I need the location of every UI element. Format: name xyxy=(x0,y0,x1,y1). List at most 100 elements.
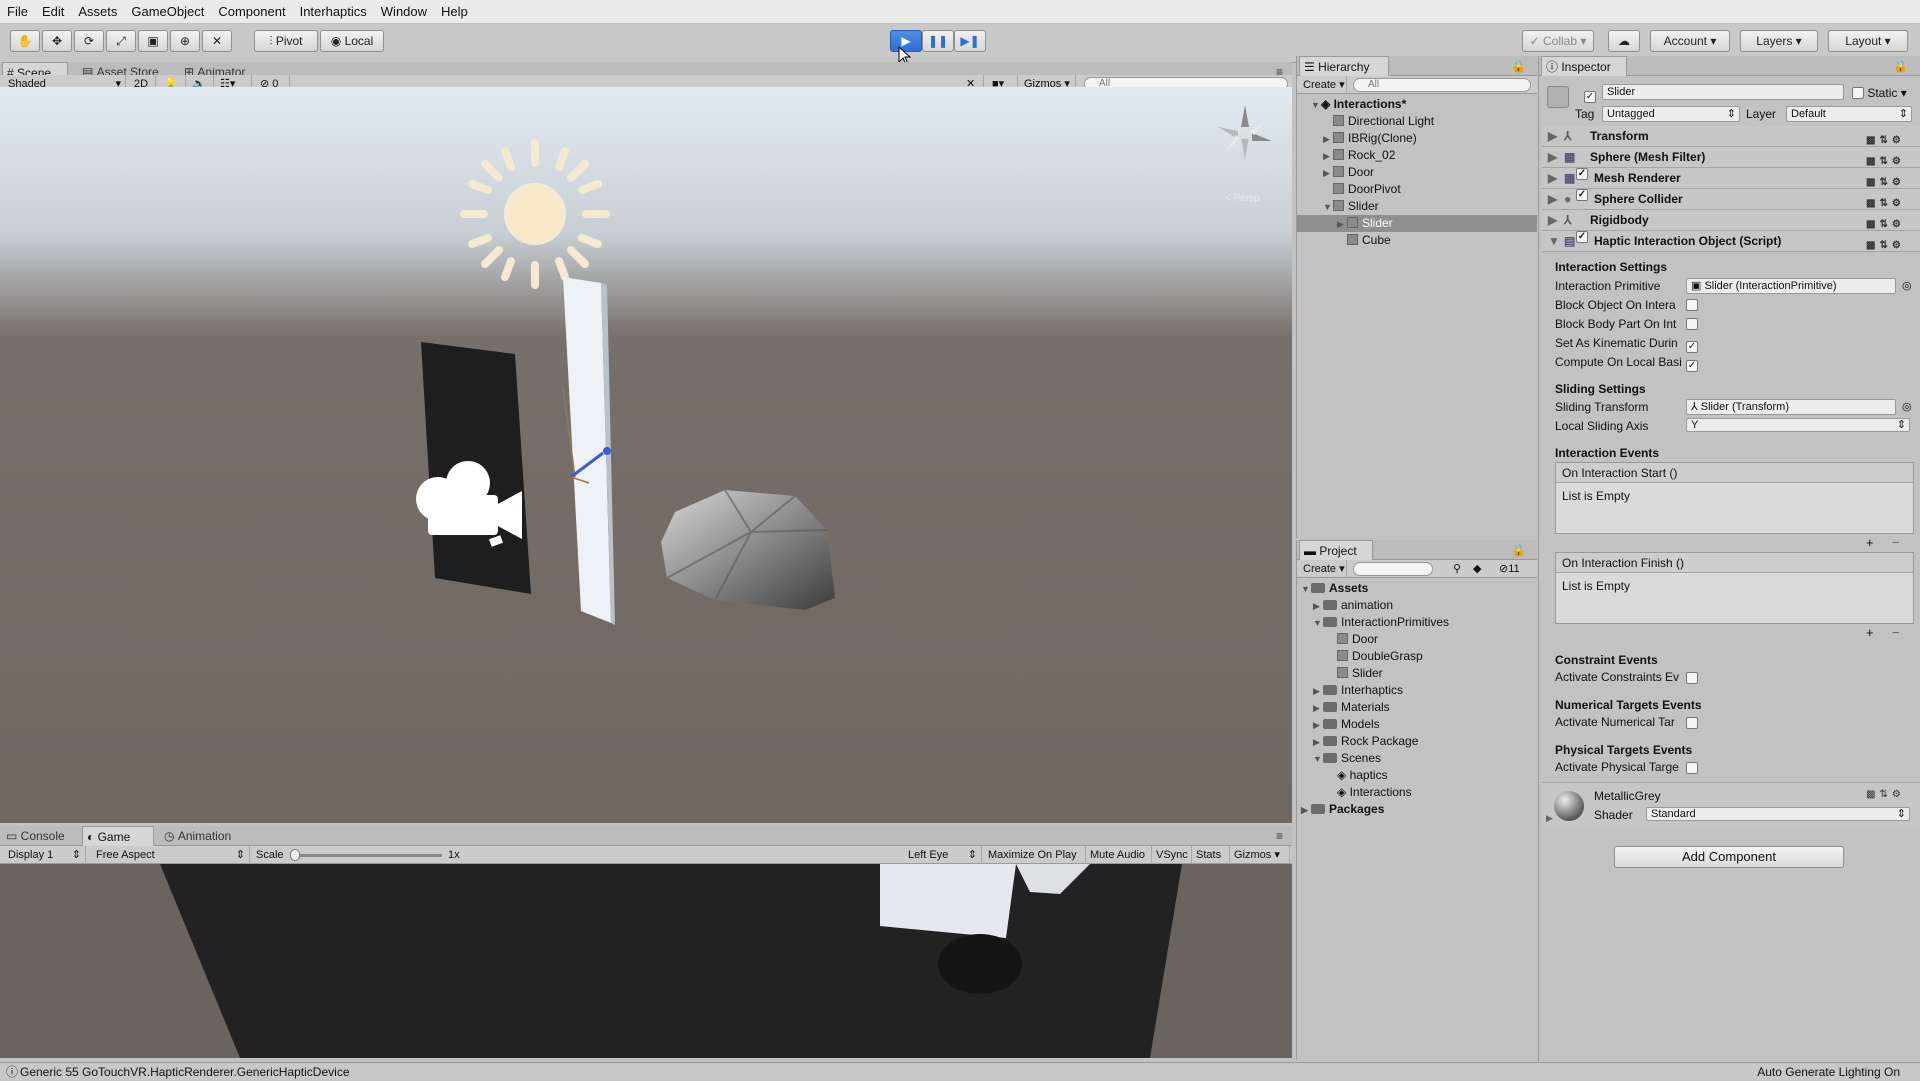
maximize-on-play-toggle[interactable]: Maximize On Play xyxy=(984,846,1086,864)
component-mesh-renderer[interactable]: ▶ ▦ ✓ Mesh Renderer ▩⇅⚙ xyxy=(1542,168,1920,189)
block-body-checkbox[interactable] xyxy=(1686,317,1698,331)
hierarchy-create-dropdown[interactable]: Create ▾ xyxy=(1299,76,1347,94)
layer-dropdown[interactable]: Default ⇕ xyxy=(1786,106,1912,122)
project-item[interactable]: ◈ haptics xyxy=(1337,767,1388,784)
vsync-toggle[interactable]: VSync xyxy=(1152,846,1192,864)
material-section[interactable]: ▶ MetallicGrey Shader Standard ⇕ ▩⇅⚙ xyxy=(1542,782,1920,828)
object-picker-icon[interactable]: ◎ xyxy=(1902,400,1912,413)
pause-button[interactable]: ❚❚ xyxy=(922,30,954,52)
menu-window[interactable]: Window xyxy=(374,0,434,24)
kinematic-checkbox[interactable]: ✓ xyxy=(1686,336,1698,353)
hierarchy-item[interactable]: Cube xyxy=(1337,232,1533,249)
component-actions-icon[interactable]: ▩⇅⚙ xyxy=(1866,130,1914,146)
hierarchy-item[interactable]: DoorPivot xyxy=(1323,181,1533,198)
hierarchy-search-input[interactable]: All xyxy=(1353,78,1531,92)
menu-gameobject[interactable]: GameObject xyxy=(124,0,211,24)
lock-icon[interactable]: 🔒 xyxy=(1507,56,1535,76)
project-item[interactable]: Slider xyxy=(1337,665,1383,682)
status-message[interactable]: Generic 55 GoTouchVR.HapticRenderer.Gene… xyxy=(20,1063,350,1081)
project-item[interactable]: ▶ Materials xyxy=(1313,699,1390,716)
transform-tool-button[interactable]: ⊕ xyxy=(170,30,200,52)
project-item[interactable]: ▶ Rock Package xyxy=(1313,733,1418,750)
scale-tool-button[interactable]: ⤢ xyxy=(106,30,136,52)
sliding-axis-dropdown[interactable]: Y ⇕ xyxy=(1686,418,1910,432)
menu-assets[interactable]: Assets xyxy=(71,0,124,24)
component-sphere-collider[interactable]: ▶ ● ✓ Sphere Collider ▩⇅⚙ xyxy=(1542,189,1920,210)
remove-event-button[interactable]: − xyxy=(1892,625,1900,640)
collab-dropdown[interactable]: ✓ Collab ▾ xyxy=(1522,30,1594,52)
project-item[interactable]: ▼ Scenes xyxy=(1313,750,1381,767)
enabled-checkbox[interactable]: ✓ xyxy=(1576,189,1588,201)
scene-root[interactable]: ▼◈ Interactions* xyxy=(1311,96,1535,113)
camera-gizmo-icon[interactable] xyxy=(410,447,530,547)
component-actions-icon[interactable]: ▩⇅⚙ xyxy=(1866,151,1914,167)
scale-slider-thumb[interactable] xyxy=(290,849,300,861)
custom-tool-button[interactable]: ✕ xyxy=(202,30,232,52)
scale-slider-track[interactable] xyxy=(292,854,442,857)
hand-tool-button[interactable]: ✋ xyxy=(10,30,40,52)
tab-game[interactable]: ◐ Game xyxy=(82,826,154,846)
project-item[interactable]: ▶ animation xyxy=(1313,597,1393,614)
layout-dropdown[interactable]: Layout ▾ xyxy=(1828,30,1908,52)
project-item[interactable]: ▶ Models xyxy=(1313,716,1380,733)
active-checkbox[interactable]: ✓ xyxy=(1584,86,1596,103)
rect-tool-button[interactable]: ▣ xyxy=(138,30,168,52)
project-item[interactable]: Door xyxy=(1337,631,1378,648)
game-view[interactable] xyxy=(0,864,1292,1058)
project-item[interactable]: ▶ Interhaptics xyxy=(1313,682,1403,699)
tab-inspector[interactable]: ⓘ Inspector xyxy=(1541,56,1627,76)
slider-object[interactable] xyxy=(555,277,635,627)
component-mesh-filter[interactable]: ▶ ▦ Sphere (Mesh Filter) ▩⇅⚙ xyxy=(1542,147,1920,168)
add-event-button[interactable]: + xyxy=(1866,535,1874,550)
hierarchy-item-selected[interactable]: ▶ Slider xyxy=(1297,215,1537,232)
lock-icon[interactable]: 🔒 xyxy=(1507,540,1535,560)
project-root[interactable]: ▼ Assets xyxy=(1301,580,1368,597)
mute-audio-toggle[interactable]: Mute Audio xyxy=(1086,846,1152,864)
hierarchy-item[interactable]: ▶ Door xyxy=(1323,164,1533,181)
hierarchy-item[interactable]: ▶ IBRig(Clone) xyxy=(1323,130,1533,147)
tab-hierarchy[interactable]: ☰ Hierarchy xyxy=(1299,56,1389,76)
menu-interhaptics[interactable]: Interhaptics xyxy=(293,0,374,24)
project-item[interactable]: ▼ InteractionPrimitives xyxy=(1313,614,1449,631)
tab-animation[interactable]: ◷ Animation xyxy=(160,826,250,846)
remove-event-button[interactable]: − xyxy=(1892,535,1900,550)
component-actions-icon[interactable]: ▩⇅⚙ xyxy=(1866,172,1914,188)
tab-project[interactable]: ▬ Project xyxy=(1299,540,1373,560)
layers-dropdown[interactable]: Layers ▾ xyxy=(1740,30,1818,52)
persp-label[interactable]: < Persp xyxy=(1225,193,1260,204)
menu-edit[interactable]: Edit xyxy=(35,0,71,24)
hierarchy-item[interactable]: ▼ Slider xyxy=(1323,198,1533,215)
lock-icon[interactable]: 🔒 xyxy=(1889,56,1919,76)
project-create-dropdown[interactable]: Create ▾ xyxy=(1299,560,1347,578)
tab-console[interactable]: ▭ Console xyxy=(2,826,82,846)
component-actions-icon[interactable]: ▩⇅⚙ xyxy=(1866,193,1914,209)
project-search-input[interactable] xyxy=(1353,562,1433,576)
filter-type-icon[interactable]: ⚲ xyxy=(1449,560,1469,578)
object-picker-icon[interactable]: ◎ xyxy=(1902,279,1912,292)
physical-events-checkbox[interactable] xyxy=(1686,761,1698,775)
constraint-events-checkbox[interactable] xyxy=(1686,671,1698,685)
scene-view[interactable]: < Persp xyxy=(0,87,1292,823)
step-button[interactable]: ▶❚ xyxy=(954,30,986,52)
stats-toggle[interactable]: Stats xyxy=(1192,846,1230,864)
cloud-button[interactable]: ☁ xyxy=(1608,30,1640,52)
object-name-field[interactable]: Slider xyxy=(1602,84,1844,100)
hidden-count-badge[interactable]: ⊘11 xyxy=(1495,560,1535,578)
project-item[interactable]: ◈ Interactions xyxy=(1337,784,1412,801)
static-toggle[interactable]: Static ▾ xyxy=(1852,86,1907,100)
project-item[interactable]: ▶ Packages xyxy=(1301,801,1384,818)
compute-local-checkbox[interactable]: ✓ xyxy=(1686,355,1698,372)
label-icon[interactable]: ◆ xyxy=(1469,560,1489,578)
pivot-toggle[interactable]: ⫶ Pivot xyxy=(254,30,318,52)
tag-dropdown[interactable]: Untagged ⇕ xyxy=(1602,106,1740,122)
component-haptic-interaction[interactable]: ▼ ▤ ✓ Haptic Interaction Object (Script) ▩⇅⚙ xyxy=(1542,231,1920,252)
eye-dropdown[interactable]: Left Eye ⇕ xyxy=(904,846,982,864)
account-dropdown[interactable]: Account ▾ xyxy=(1650,30,1730,52)
local-toggle[interactable]: ◉ Local xyxy=(320,30,384,52)
rock-object[interactable] xyxy=(655,482,845,622)
display-dropdown[interactable]: Display 1 ⇕ xyxy=(4,846,86,864)
move-tool-button[interactable]: ✥ xyxy=(42,30,72,52)
add-component-button[interactable]: Add Component xyxy=(1614,846,1844,868)
aspect-dropdown[interactable]: Free Aspect ⇕ xyxy=(92,846,250,864)
menu-file[interactable]: File xyxy=(0,0,35,24)
